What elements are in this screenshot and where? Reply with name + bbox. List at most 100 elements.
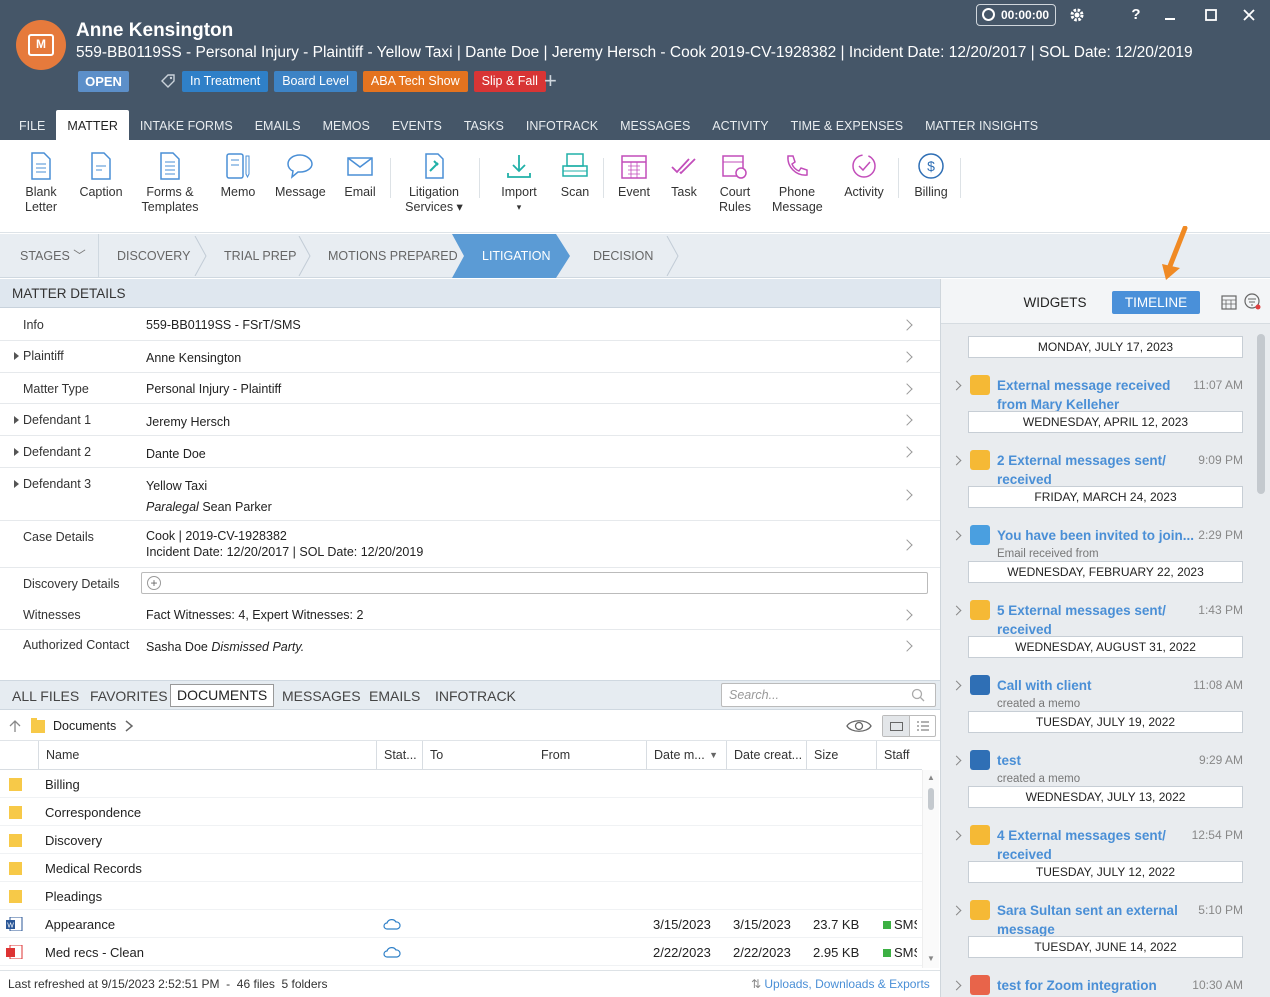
tab-file[interactable]: FILE — [8, 110, 56, 140]
tab-doc-messages[interactable]: MESSAGES — [282, 681, 361, 711]
status-badge[interactable]: OPEN — [78, 71, 129, 92]
search-input[interactable]: Search... — [721, 683, 936, 707]
stage-litigation[interactable]: LITIGATION — [482, 234, 551, 278]
blank-letter-button[interactable]: Blank Letter — [22, 152, 60, 215]
tab-matter-insights[interactable]: MATTER INSIGHTS — [914, 110, 1049, 140]
tab-messages[interactable]: MESSAGES — [609, 110, 701, 140]
task-button[interactable]: Task — [668, 152, 700, 200]
expand-chevron-icon[interactable] — [951, 830, 962, 841]
tab-events[interactable]: EVENTS — [381, 110, 453, 140]
tab-favorites[interactable]: FAVORITES — [90, 681, 168, 711]
tab-activity[interactable]: ACTIVITY — [701, 110, 779, 140]
search-icon[interactable] — [911, 688, 925, 702]
expand-chevron-icon[interactable] — [951, 605, 962, 616]
list-view-button[interactable] — [910, 716, 936, 736]
email-button[interactable]: Email — [341, 152, 379, 200]
table-row[interactable]: Medical Records — [0, 854, 922, 882]
timeline-item[interactable]: Sara Sultan sent an external message 5:10 … — [941, 889, 1251, 937]
case-details-row[interactable]: Case Details Cook | 2019-CV-1928382 Inci… — [0, 521, 940, 568]
timeline-item[interactable]: 2 External messages sent/received 9:09 PM — [941, 439, 1251, 487]
timeline-scrollbar[interactable] — [1257, 334, 1265, 494]
authorized-contact-row[interactable]: Authorized Contact Sasha Doe Dismissed P… — [0, 630, 940, 662]
files-scrollbar[interactable]: ▲ ▼ — [922, 770, 939, 968]
timeline-item[interactable]: External message received from Mary Kelle… — [941, 364, 1251, 412]
defendant-3-row[interactable]: Defendant 3 Yellow Taxi Paralegal Sean P… — [0, 468, 940, 521]
tag-icon[interactable] — [160, 73, 176, 89]
expand-chevron-icon[interactable] — [951, 980, 962, 991]
table-row[interactable]: Pleadings — [0, 882, 922, 910]
stage-motions-prepared[interactable]: MOTIONS PREPARED — [328, 234, 458, 278]
add-tag-button[interactable]: + — [544, 68, 557, 94]
defendant-2-row[interactable]: Defendant 2 Dante Doe — [0, 436, 940, 468]
caption-button[interactable]: Caption — [78, 152, 124, 200]
expand-icon[interactable] — [14, 416, 19, 424]
column-to[interactable]: To — [422, 741, 534, 770]
import-button[interactable]: Import ▾ — [498, 152, 540, 215]
expand-icon[interactable] — [14, 480, 19, 488]
discovery-details-input[interactable]: + — [141, 572, 928, 594]
timeline-item[interactable]: 4 External messages sent/received 12:54 P… — [941, 814, 1251, 862]
expand-chevron-icon[interactable] — [951, 530, 962, 541]
uploads-downloads-link[interactable]: ⇅ Uploads, Downloads & Exports — [751, 971, 930, 997]
table-row[interactable]: Discovery — [0, 826, 922, 854]
tab-documents[interactable]: DOCUMENTS — [170, 684, 275, 707]
column-status[interactable]: Stat... — [376, 741, 422, 770]
tab-matter[interactable]: MATTER — [56, 110, 129, 140]
table-row[interactable]: Med recs - Clean 2/22/2023 2/22/2023 2.9… — [0, 938, 922, 966]
tab-all-files[interactable]: ALL FILES — [12, 681, 79, 711]
expand-chevron-icon[interactable] — [951, 755, 962, 766]
column-staff[interactable]: Staff — [876, 741, 922, 770]
defendant-1-row[interactable]: Defendant 1 Jeremy Hersch — [0, 404, 940, 436]
expand-icon[interactable] — [14, 352, 19, 360]
filter-icon[interactable] — [1244, 293, 1262, 311]
timeline-item[interactable]: Call with client created a memo 11:08 AM — [941, 664, 1251, 710]
court-rules-button[interactable]: Court Rules — [716, 152, 754, 215]
gear-icon[interactable] — [1069, 7, 1085, 23]
event-button[interactable]: Event — [617, 152, 651, 200]
tab-emails[interactable]: EMAILS — [244, 110, 312, 140]
forms-templates-button[interactable]: Forms & Templates — [141, 152, 199, 215]
message-button[interactable]: Message — [275, 152, 326, 200]
help-icon[interactable]: ? — [1126, 6, 1146, 23]
phone-message-button[interactable]: Phone Message — [772, 152, 823, 215]
up-arrow-icon[interactable] — [8, 719, 22, 733]
timeline-tab[interactable]: TIMELINE — [1112, 291, 1200, 314]
breadcrumb[interactable]: Documents — [53, 719, 116, 733]
column-from[interactable]: From — [534, 741, 646, 770]
expand-icon[interactable] — [14, 448, 19, 456]
add-icon[interactable]: + — [147, 576, 161, 590]
stage-trial-prep[interactable]: TRIAL PREP — [224, 234, 296, 278]
tab-memos[interactable]: MEMOS — [312, 110, 381, 140]
plaintiff-row[interactable]: Plaintiff Anne Kensington — [0, 341, 940, 373]
stage-decision[interactable]: DECISION — [593, 234, 653, 278]
stage-discovery[interactable]: DISCOVERY — [117, 234, 190, 278]
timeline-item[interactable]: You have been invited to join... Email re… — [941, 514, 1251, 560]
tab-time-expenses[interactable]: TIME & EXPENSES — [780, 110, 915, 140]
eye-icon[interactable] — [846, 718, 872, 734]
close-icon[interactable] — [1242, 8, 1256, 22]
timeline-item[interactable]: test created a memo 9:29 AM — [941, 739, 1251, 785]
table-row[interactable]: Billing — [0, 770, 922, 798]
table-row[interactable]: W Appearance 3/15/2023 3/15/2023 23.7 KB… — [0, 910, 922, 938]
timeline-item[interactable]: test for Zoom integrationattended an eve… — [941, 964, 1251, 997]
activity-button[interactable]: Activity — [842, 152, 886, 200]
expand-chevron-icon[interactable] — [951, 380, 962, 391]
column-date-created[interactable]: Date creat... — [726, 741, 806, 770]
column-name[interactable]: Name — [38, 741, 376, 770]
tab-doc-emails[interactable]: EMAILS — [369, 681, 420, 711]
timeline-item[interactable]: 5 External messages sent/received 1:43 PM — [941, 589, 1251, 637]
maximize-icon[interactable] — [1204, 8, 1218, 22]
tag-board-level[interactable]: Board Level — [274, 71, 357, 92]
matter-type-row[interactable]: Matter Type Personal Injury - Plaintiff — [0, 373, 940, 404]
widgets-tab[interactable]: WIDGETS — [1015, 291, 1095, 314]
table-row[interactable]: Correspondence — [0, 798, 922, 826]
tab-infotrack[interactable]: INFOTRACK — [515, 110, 609, 140]
expand-chevron-icon[interactable] — [951, 455, 962, 466]
witnesses-row[interactable]: Witnesses Fact Witnesses: 4, Expert Witn… — [0, 599, 940, 630]
memo-button[interactable]: Memo — [219, 152, 257, 200]
litigation-services-button[interactable]: Litigation Services ▾ — [402, 152, 466, 215]
tag-in-treatment[interactable]: In Treatment — [182, 71, 269, 92]
calendar-filter-icon[interactable] — [1221, 294, 1237, 310]
tab-doc-infotrack[interactable]: INFOTRACK — [435, 681, 516, 711]
timer-button[interactable]: 00:00:00 — [976, 4, 1056, 26]
